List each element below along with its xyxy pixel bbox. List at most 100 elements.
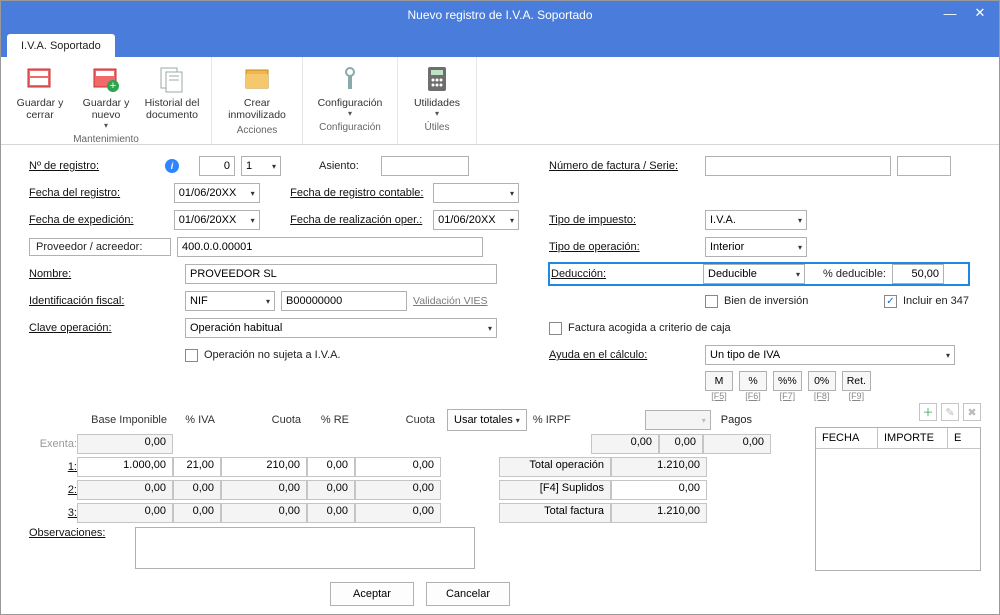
observations-label[interactable]: Observaciones: [29, 527, 129, 539]
name-label[interactable]: Nombre: [29, 268, 179, 280]
fiscal-label[interactable]: Identificación fiscal: [29, 295, 179, 307]
info-icon[interactable]: i [165, 159, 179, 173]
create-fixed-asset-button[interactable]: Crear inmovilizado [218, 61, 296, 123]
titlebar: Nuevo registro de I.V.A. Soportado — ✕ [1, 1, 999, 29]
ribbon-group-utiles: Utilidades ▾ Útiles [398, 57, 477, 144]
window-buttons: — ✕ [935, 1, 995, 25]
payments-title: Pagos [721, 414, 752, 426]
r2-cuota2[interactable]: 0,00 [355, 480, 441, 500]
date-reg-label[interactable]: Fecha del registro: [29, 187, 168, 199]
tab-iva-soportado[interactable]: I.V.A. Soportado [7, 34, 115, 57]
save-close-button[interactable]: Guardar y cerrar [7, 61, 73, 132]
irpf-type-select[interactable]: ▾ [645, 410, 711, 430]
acc-date-label[interactable]: Fecha de registro contable: [290, 187, 427, 199]
exenta-base: 0,00 [77, 434, 173, 454]
calc-zero-button[interactable]: 0% [808, 371, 836, 391]
irpf-pct: 0,00 [659, 434, 703, 454]
calc-help-select[interactable]: Un tipo de IVA▾ [705, 345, 955, 365]
cancel-button[interactable]: Cancelar [426, 582, 510, 606]
deduction-label[interactable]: Deducción: [551, 268, 697, 280]
r2-base[interactable]: 0,00 [77, 480, 173, 500]
invoice-serie-input[interactable] [897, 156, 951, 176]
calc-m-button[interactable]: M [705, 371, 733, 391]
r2-iva[interactable]: 0,00 [173, 480, 221, 500]
ribbon-group-mantenimiento: Guardar y cerrar + Guardar y nuevo ▾ His… [1, 57, 212, 144]
history-icon [156, 63, 188, 95]
calc-help-label[interactable]: Ayuda en el cálculo: [549, 349, 699, 361]
cash-criteria-checkbox[interactable]: Factura acogida a criterio de caja [549, 322, 731, 335]
close-icon[interactable]: ✕ [965, 1, 995, 25]
r3-cuota[interactable]: 0,00 [221, 503, 307, 523]
reg-no-label[interactable]: Nº de registro: [29, 160, 159, 172]
acc-date-input[interactable]: ▾ [433, 183, 519, 203]
exenta-label: Exenta: [29, 438, 77, 450]
r3-re[interactable]: 0,00 [307, 503, 355, 523]
reg-no-b-select[interactable]: 1▾ [241, 156, 281, 176]
deduct-pct-input[interactable] [892, 264, 944, 284]
invoice-no-input[interactable] [705, 156, 891, 176]
r1-re[interactable]: 0,00 [307, 457, 355, 477]
calc-pct-button[interactable]: % [739, 371, 767, 391]
row3-label[interactable]: 3: [29, 507, 77, 519]
edit-payment-icon[interactable]: ✎ [941, 403, 959, 421]
row2-label[interactable]: 2: [29, 484, 77, 496]
name-input[interactable] [185, 264, 497, 284]
asiento-input[interactable] [381, 156, 469, 176]
op-type-label[interactable]: Tipo de operación: [549, 241, 699, 253]
total-fact-val: 1.210,00 [611, 503, 707, 523]
date-exp-label[interactable]: Fecha de expedición: [29, 214, 168, 226]
r1-iva[interactable]: 21,00 [173, 457, 221, 477]
r3-iva[interactable]: 0,00 [173, 503, 221, 523]
tabstrip: I.V.A. Soportado [1, 29, 999, 57]
r3-cuota2[interactable]: 0,00 [355, 503, 441, 523]
total-op-label: Total operación [499, 457, 611, 477]
r1-base[interactable]: 1.000,00 [77, 457, 173, 477]
include-347-checkbox[interactable]: ✓Incluir en 347 [884, 295, 969, 308]
total-op-val: 1.210,00 [611, 457, 707, 477]
add-payment-icon[interactable]: ＋ [919, 403, 937, 421]
row1-label[interactable]: 1: [29, 461, 77, 473]
calc-ret-button[interactable]: Ret. [842, 371, 871, 391]
tax-type-label[interactable]: Tipo de impuesto: [549, 214, 699, 226]
payments-table: FECHA IMPORTE E [815, 427, 981, 571]
real-date-label[interactable]: Fecha de realización oper.: [290, 214, 427, 226]
accept-button[interactable]: Aceptar [330, 582, 414, 606]
r1-cuota2[interactable]: 0,00 [355, 457, 441, 477]
r2-re[interactable]: 0,00 [307, 480, 355, 500]
save-new-button[interactable]: + Guardar y nuevo ▾ [73, 61, 139, 132]
config-button[interactable]: Configuración ▾ [309, 61, 391, 120]
total-fact-label: Total factura [499, 503, 611, 523]
payment-toolbar: ＋ ✎ ✖ [919, 403, 981, 421]
irpf-base: 0,00 [591, 434, 659, 454]
chevron-down-icon: ▾ [435, 109, 439, 118]
history-button[interactable]: Historial del documento [139, 61, 205, 132]
r3-base[interactable]: 0,00 [77, 503, 173, 523]
delete-payment-icon[interactable]: ✖ [963, 403, 981, 421]
r2-cuota[interactable]: 0,00 [221, 480, 307, 500]
investment-checkbox[interactable]: Bien de inversión [705, 295, 808, 308]
op-key-select[interactable]: Operación habitual▾ [185, 318, 497, 338]
date-reg-input[interactable]: 01/06/20XX▾ [174, 183, 260, 203]
use-totals-button[interactable]: Usar totales ▾ [447, 409, 527, 431]
reg-no-a-input[interactable] [199, 156, 235, 176]
vies-link[interactable]: Validación VIES [413, 295, 488, 307]
supplier-code-input[interactable] [177, 237, 483, 257]
real-date-input[interactable]: 01/06/20XX▾ [433, 210, 519, 230]
deduction-select[interactable]: Deducible▾ [703, 264, 805, 284]
r1-cuota[interactable]: 210,00 [221, 457, 307, 477]
utilities-button[interactable]: Utilidades ▾ [404, 61, 470, 120]
not-subject-checkbox[interactable]: Operación no sujeta a I.V.A. [185, 349, 341, 362]
ribbon: Guardar y cerrar + Guardar y nuevo ▾ His… [1, 57, 999, 145]
fiscal-type-select[interactable]: NIF▾ [185, 291, 275, 311]
minimize-icon[interactable]: — [935, 1, 965, 25]
date-exp-input[interactable]: 01/06/20XX▾ [174, 210, 260, 230]
suplidos-label: [F4] Suplidos [499, 480, 611, 500]
calc-pctpct-button[interactable]: %% [773, 371, 802, 391]
observations-textarea[interactable] [135, 527, 475, 569]
fiscal-no-input[interactable] [281, 291, 407, 311]
op-type-select[interactable]: Interior▾ [705, 237, 807, 257]
suplidos-val[interactable]: 0,00 [611, 480, 707, 500]
tax-type-select[interactable]: I.V.A.▾ [705, 210, 807, 230]
invoice-label[interactable]: Número de factura / Serie: [549, 160, 699, 172]
op-key-label[interactable]: Clave operación: [29, 322, 179, 334]
